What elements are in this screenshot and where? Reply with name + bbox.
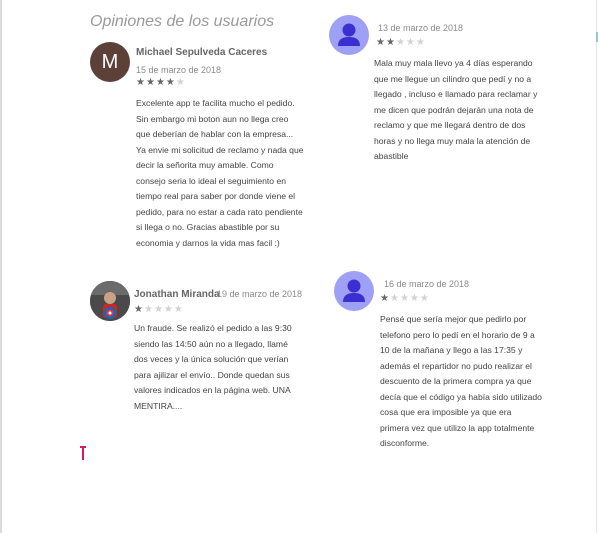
user-photo-avatar — [90, 281, 130, 321]
star-icon: ★ — [376, 37, 386, 48]
review-text: Mala muy mala llevo ya 4 días esperando … — [374, 58, 538, 161]
review-date: 13 de marzo de 2018 — [378, 23, 464, 33]
star-icon: ★ — [405, 37, 416, 48]
star-icon: ★ — [136, 77, 146, 88]
scroll-indicator[interactable] — [596, 32, 598, 42]
star-icon: ★ — [134, 304, 144, 315]
avatar: M — [90, 42, 130, 82]
section-title: Opiniones de los usuarios — [90, 13, 275, 30]
text-cursor-marker — [80, 446, 86, 460]
reviewer-name[interactable]: Jonathan Miranda — [134, 289, 220, 300]
star-rating: ★★★★★ — [136, 78, 186, 88]
star-icon: ★ — [399, 293, 410, 304]
person-icon — [343, 279, 365, 302]
star-icon: ★ — [143, 304, 154, 315]
star-icon: ★ — [155, 77, 166, 88]
avatar-letter: M — [101, 50, 119, 73]
star-icon: ★ — [165, 77, 176, 88]
review-text: Pensé que sería mejor que pedirlo por te… — [380, 314, 542, 448]
avatar — [329, 15, 369, 55]
star-icon: ★ — [419, 293, 430, 304]
star-icon: ★ — [153, 304, 164, 315]
left-edge — [0, 0, 2, 533]
star-icon: ★ — [163, 304, 174, 315]
star-icon: ★ — [175, 77, 186, 88]
star-icon: ★ — [389, 293, 400, 304]
reviewer-name[interactable]: Michael Sepulveda Caceres — [136, 47, 267, 58]
review-date: 19 de marzo de 2018 — [217, 289, 303, 299]
star-rating: ★★★★★ — [134, 305, 184, 315]
star-rating: ★★★★★ — [376, 38, 426, 48]
star-icon: ★ — [409, 293, 420, 304]
star-icon: ★ — [173, 304, 184, 315]
review-text: Excelente app te facilita mucho el pedid… — [136, 98, 304, 248]
avatar — [90, 281, 130, 321]
star-icon: ★ — [385, 37, 396, 48]
review-date: 16 de marzo de 2018 — [384, 279, 470, 289]
star-icon: ★ — [415, 37, 426, 48]
star-icon: ★ — [145, 77, 156, 88]
right-edge — [596, 0, 597, 533]
star-icon: ★ — [395, 37, 406, 48]
star-icon: ★ — [380, 293, 390, 304]
star-rating: ★★★★★ — [380, 294, 430, 304]
review-date: 15 de marzo de 2018 — [136, 65, 222, 75]
avatar — [334, 271, 374, 311]
review-text: Un fraude. Se realizó el pedido a las 9:… — [134, 323, 292, 411]
person-icon — [338, 23, 360, 46]
